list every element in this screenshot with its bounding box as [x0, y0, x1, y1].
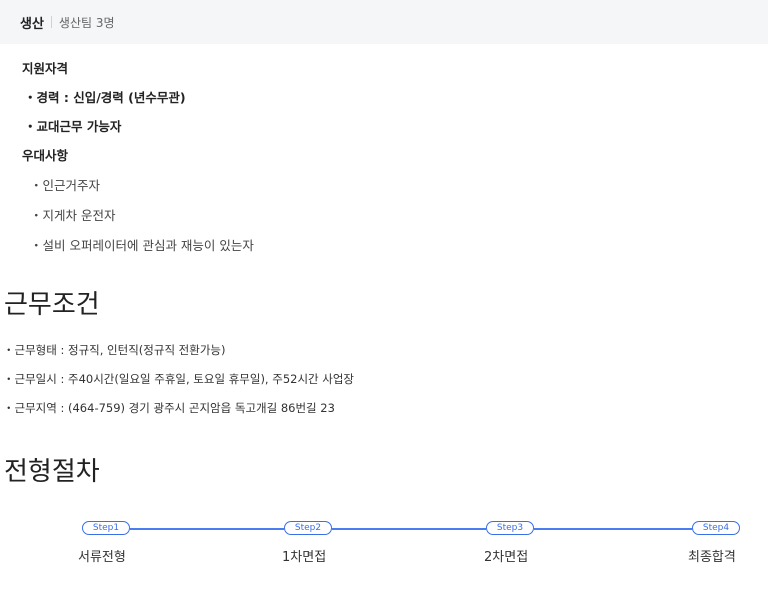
preferred-item: ・인근거주자: [30, 178, 101, 193]
department-team: 생산팀 3명: [58, 15, 115, 30]
step-label: 2차면접: [484, 550, 529, 565]
qualification-item: ・교대근무 가능자: [24, 119, 122, 134]
step-connector: [534, 528, 692, 530]
department-header: 생산 생산팀 3명: [0, 0, 768, 44]
preferred-item: ・지게차 운전자: [30, 208, 116, 223]
department-name: 생산: [20, 16, 44, 32]
process-title: 전형절차: [4, 457, 100, 487]
step-badge: Step1: [82, 521, 130, 535]
step-connector: [130, 528, 284, 530]
conditions-title: 근무조건: [4, 290, 100, 320]
qualification-item: ・경력 : 신입/경력 (년수무관): [24, 90, 186, 105]
divider: [50, 16, 52, 28]
preferred-heading: 우대사항: [22, 148, 69, 163]
preferred-item: ・설비 오퍼레이터에 관심과 재능이 있는자: [30, 238, 254, 253]
qualification-heading: 지원자격: [22, 61, 69, 76]
step-badge: Step2: [284, 521, 332, 535]
step-badge: Step4: [692, 521, 740, 535]
step-connector: [332, 528, 486, 530]
step-label: 1차면접: [282, 550, 327, 565]
step-badge: Step3: [486, 521, 534, 535]
condition-item: ・근무형태 : 정규직, 인턴직(정규직 전환가능): [3, 343, 226, 357]
step-label: 서류전형: [78, 550, 126, 565]
process-steps: Step1 Step2 Step3 Step4 서류전형 1차면접 2차면접 최…: [0, 519, 768, 569]
step-label: 최종합격: [688, 550, 736, 565]
condition-item: ・근무지역 : (464-759) 경기 광주시 곤지암읍 독고개길 86번길 …: [3, 401, 335, 415]
condition-item: ・근무일시 : 주40시간(일요일 주휴일, 토요일 휴무일), 주52시간 사…: [3, 372, 355, 386]
